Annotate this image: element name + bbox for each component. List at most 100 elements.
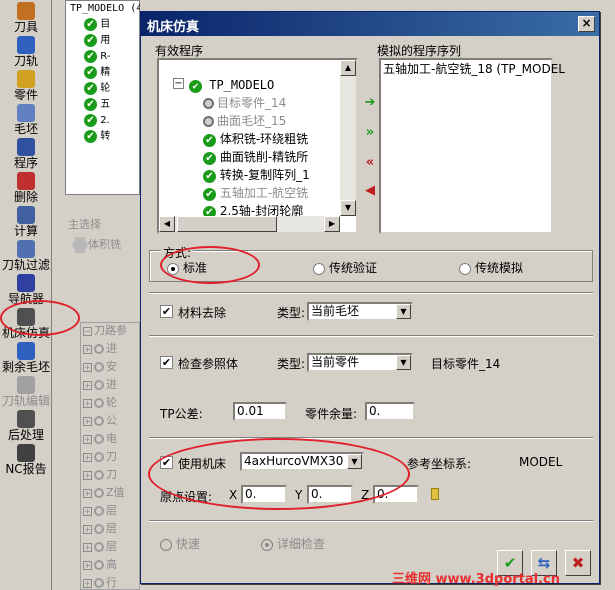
background-tree-row: ✔ 目 <box>84 17 144 33</box>
gear-icon <box>94 506 104 516</box>
origin-y-label: Y <box>295 488 303 502</box>
cancel-button[interactable]: ✖ <box>565 550 591 576</box>
scroll-right-icon[interactable]: ▶ <box>324 216 340 232</box>
left-toolbar: 刀具 刀轨 零件 毛坯 程序 删除 计算 刀轨过滤 导航器 机床仿真 剩余毛坯 … <box>0 0 52 590</box>
scroll-left-icon[interactable]: ◀ <box>159 216 175 232</box>
origin-label: 原点设置: <box>160 490 213 504</box>
tree-horizontal-scrollbar[interactable]: ◀ ▶ <box>159 216 340 232</box>
scroll-down-icon[interactable]: ▼ <box>340 200 356 216</box>
expand-icon: + <box>83 578 92 588</box>
toolbar-item-program[interactable]: 程序 <box>0 138 52 172</box>
mode-traditional-simulate-radio[interactable]: 传统模拟 <box>459 259 523 276</box>
close-button[interactable]: × <box>578 16 595 32</box>
simulated-sequence-list[interactable]: 五轴加工-航空铣_18 (TP_MODEL <box>379 58 565 234</box>
toolbar-item-tool[interactable]: 刀具 <box>0 2 52 36</box>
check-reference-type-select[interactable]: 当前零件 ▼ <box>307 353 413 372</box>
divider <box>149 335 593 337</box>
list-item: + 高 <box>83 558 117 571</box>
origin-x-input[interactable]: 0. <box>241 485 287 504</box>
gear-icon <box>94 578 104 588</box>
expand-icon: + <box>83 434 92 444</box>
hexagon-icon <box>72 237 88 253</box>
background-tree-row: ✔ 轮 <box>84 81 144 97</box>
tree-item[interactable]: ✔ 曲面铣削-精铣所 <box>203 148 308 166</box>
toolbar-item-postprocess[interactable]: 后处理 <box>0 410 52 444</box>
background-tree-row: ✔ R- <box>84 49 144 65</box>
check-icon: ✔ <box>203 134 216 147</box>
toolbar-item-machine-sim[interactable]: 机床仿真 <box>0 308 52 342</box>
material-removal-checkbox[interactable]: ✔ <box>160 305 173 318</box>
tree-item[interactable]: 目标零件_14 <box>203 94 286 112</box>
navigator-icon <box>17 274 35 292</box>
machine-simulation-dialog: 机床仿真 × 有效程序 − ✔ TP_MODELO 目标零件_14 曲面毛坯_1… <box>140 11 600 584</box>
remove-all-button[interactable]: « <box>363 156 377 170</box>
dialog-title: 机床仿真 <box>147 20 200 35</box>
radio-icon <box>167 262 179 275</box>
origin-y-input[interactable]: 0. <box>307 485 353 504</box>
ref-coordinate-label: 参考坐标系: <box>407 457 472 471</box>
tp-tolerance-input[interactable]: 0.01 <box>233 402 287 421</box>
tree-item[interactable]: ✔ 转换-复制阵列_1 <box>203 166 310 184</box>
dialog-title-bar[interactable]: 机床仿真 × <box>141 12 599 36</box>
origin-z-input[interactable]: 0. <box>373 485 419 504</box>
list-item: + 层 <box>83 540 117 553</box>
list-item: + 电 <box>83 432 117 445</box>
toolbar-item-navigator[interactable]: 导航器 <box>0 274 52 308</box>
valid-programs-tree[interactable]: − ✔ TP_MODELO 目标零件_14 曲面毛坯_15 ✔ 体积铣-环绕粗铣… <box>157 58 358 234</box>
check-reference-target: 目标零件_14 <box>431 357 501 371</box>
check-reference-checkbox[interactable]: ✔ <box>160 356 173 369</box>
gear-icon <box>94 416 104 426</box>
chevron-down-icon[interactable]: ▼ <box>396 355 411 370</box>
add-arrow-button[interactable]: ➔ <box>363 96 377 110</box>
tree-item[interactable]: ✔ 五轴加工-航空铣 <box>203 184 308 202</box>
double-arrow-left-icon: « <box>365 155 375 170</box>
toolbar-item-toolpath-edit: 刀轨编辑 <box>0 376 52 410</box>
collapse-icon[interactable]: − <box>173 78 184 89</box>
material-type-select[interactable]: 当前毛坯 ▼ <box>307 302 413 321</box>
expand-icon: + <box>83 506 92 516</box>
tree-item-root[interactable]: ✔ TP_MODELO <box>189 76 274 94</box>
part-allowance-input[interactable]: 0. <box>365 402 415 421</box>
scroll-up-icon[interactable]: ▲ <box>340 60 356 76</box>
toolbar-item-delete[interactable]: 删除 <box>0 172 52 206</box>
scroll-thumb[interactable] <box>177 216 277 232</box>
toolbar-item-part[interactable]: 零件 <box>0 70 52 104</box>
material-type-label: 类型: <box>277 306 306 320</box>
chevron-down-icon[interactable]: ▼ <box>396 304 411 319</box>
toolbar-item-remaining-blank[interactable]: 剩余毛坯 <box>0 342 52 376</box>
toolbar-item-filter[interactable]: 刀轨过滤 <box>0 240 52 274</box>
expand-icon: + <box>83 560 92 570</box>
tool-icon <box>17 2 35 20</box>
mode-standard-radio[interactable]: 标准 <box>167 259 207 276</box>
remove-arrow-button[interactable]: ◀ <box>363 184 377 198</box>
expand-icon: + <box>83 398 92 408</box>
tree-item[interactable]: 曲面毛坯_15 <box>203 112 286 130</box>
mode-traditional-verify-radio[interactable]: 传统验证 <box>313 259 377 276</box>
list-item: + Z值 <box>83 486 125 499</box>
gear-icon <box>94 452 104 462</box>
use-machine-checkbox[interactable]: ✔ <box>160 456 173 469</box>
watermark: 三维网 www.3dportal.cn <box>392 572 561 587</box>
pick-point-icon[interactable] <box>431 488 439 500</box>
toolbar-item-calculate[interactable]: 计算 <box>0 206 52 240</box>
chevron-down-icon[interactable]: ▼ <box>347 454 362 469</box>
volume-mill-label: 体积铣 <box>72 236 132 258</box>
add-all-button[interactable]: » <box>363 126 377 140</box>
toolbar-item-toolpath[interactable]: 刀轨 <box>0 36 52 70</box>
toolbar-item-blank[interactable]: 毛坯 <box>0 104 52 138</box>
toolbar-item-nc-report[interactable]: NC报告 <box>0 444 52 478</box>
tree-item[interactable]: ✔ 体积铣-环绕粗铣 <box>203 130 308 148</box>
gear-icon <box>94 470 104 480</box>
radio-icon <box>459 262 471 275</box>
background-param-list: − 刀路参 + 进 + 安 + 进 + 轮 + 公 + 电 + 刀 + 刀 + Z值 + 层 + 层 +… <box>80 322 140 590</box>
tree-vertical-scrollbar[interactable]: ▲ ▼ <box>340 60 356 216</box>
check-reference-type-label: 类型: <box>277 357 306 371</box>
machine-select[interactable]: 4axHurcoVMX30 ▼ <box>240 452 364 471</box>
toolpath-icon <box>17 36 35 54</box>
radio-icon <box>160 538 172 551</box>
simulated-sequence-label: 模拟的程序序列 <box>377 44 462 58</box>
gear-icon <box>203 98 214 109</box>
list-item[interactable]: 五轴加工-航空铣_18 (TP_MODEL <box>383 60 565 78</box>
divider <box>149 437 593 439</box>
expand-icon: + <box>83 488 92 498</box>
